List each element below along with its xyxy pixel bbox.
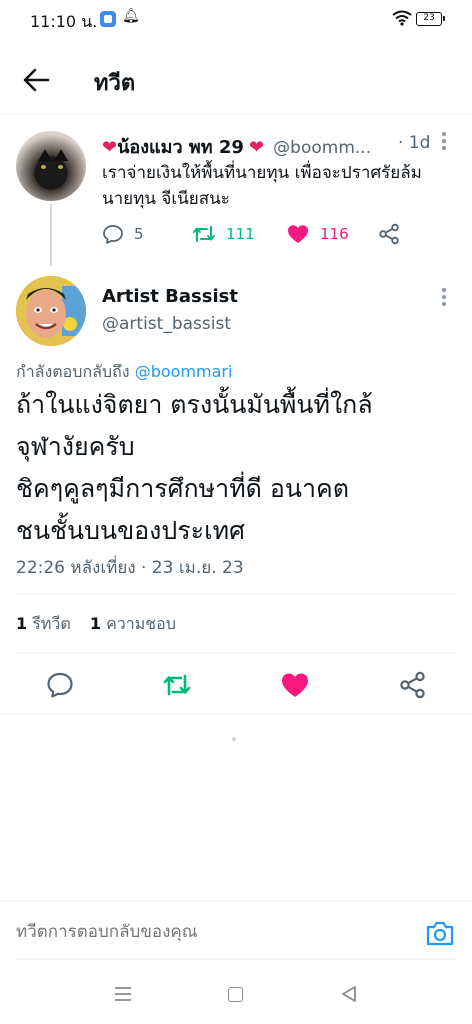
heart-emoji-icon: ❤ <box>102 137 118 158</box>
author-handle[interactable]: @artist_bassist <box>102 314 231 334</box>
reply-button[interactable]: 5 <box>102 220 144 248</box>
app-notification-icon <box>100 11 116 27</box>
likes-stat[interactable]: 1 ความชอบ <box>90 614 176 633</box>
back-arrow-icon[interactable] <box>20 66 52 94</box>
battery-icon: 23 <box>416 12 445 26</box>
retweet-icon <box>193 226 215 242</box>
divider <box>16 652 456 653</box>
divider <box>0 900 472 901</box>
retweet-stat-count: 1 <box>16 614 28 633</box>
like-button[interactable]: 116 <box>286 220 349 248</box>
divider <box>16 594 456 595</box>
more-options-icon[interactable] <box>440 130 448 152</box>
thread-connector-line <box>50 204 52 266</box>
replying-to: กำลังตอบกลับถึง @boommari <box>16 360 232 385</box>
avatar[interactable] <box>16 276 86 346</box>
avatar-image <box>16 276 86 346</box>
home-icon[interactable] <box>228 987 243 1002</box>
page-title: ทวีต <box>94 71 136 96</box>
system-nav-bar <box>0 970 472 1024</box>
avatar[interactable] <box>16 131 86 201</box>
retweet-stat-label: รีทวีต <box>32 614 71 633</box>
heart-filled-icon <box>288 225 308 243</box>
compose-underline <box>16 958 456 960</box>
retweet-count: 111 <box>226 225 255 243</box>
replying-to-handle-link[interactable]: @boommari <box>135 362 233 381</box>
wifi-icon <box>392 10 412 26</box>
divider <box>0 714 472 715</box>
recent-apps-icon[interactable] <box>114 986 132 1002</box>
retweet-button[interactable]: 111 <box>192 220 255 248</box>
heart-filled-icon[interactable] <box>280 670 310 700</box>
tweet-text: เราจ่ายเงินให้พื้นที่นายทุน เพื่อจะปราศร… <box>102 163 422 209</box>
reply-icon <box>103 225 123 244</box>
share-button[interactable] <box>378 220 400 248</box>
like-stat-count: 1 <box>89 614 101 633</box>
tweet-actions: 5 111 116 <box>102 220 462 248</box>
tweet-stats: 1 รีทวีต 1 ความชอบ <box>16 612 176 637</box>
tweet-text-line: ชิคๆคูลๆมีการศึกษาที่ดี อนาคต <box>16 474 349 503</box>
status-bar: 11:10 น. 🔔︎ 23 <box>0 0 472 42</box>
like-stat-label: ความชอบ <box>106 614 176 633</box>
reply-compose-input[interactable] <box>16 922 396 942</box>
status-time: 11:10 น. <box>30 12 98 31</box>
reply-icon[interactable] <box>45 670 75 700</box>
parent-tweet[interactable]: ❤น้องแมว พท 29 ❤ @boomm... · 1d เราจ่ายเ… <box>0 116 472 266</box>
like-count: 116 <box>320 225 349 243</box>
system-back-icon[interactable] <box>340 985 358 1003</box>
tweet-text-line: ถ้าในแง่จิตยา ตรงนั้นมันพื้นที่ใกล้ <box>16 390 373 419</box>
heart-emoji-icon: ❤ <box>248 137 265 158</box>
author-handle[interactable]: @boomm... <box>273 138 371 158</box>
share-icon <box>379 223 399 245</box>
loading-indicator <box>232 737 236 741</box>
replying-to-label: กำลังตอบกลับถึง <box>16 362 130 381</box>
author-display-name[interactable]: น้องแมว พท 29 <box>117 137 244 158</box>
top-app-bar: ทวีต <box>0 46 472 114</box>
author-display-name[interactable]: Artist Bassist <box>102 286 238 307</box>
share-icon[interactable] <box>398 670 428 700</box>
tweet-text: ถ้าในแง่จิตยา ตรงนั้นมันพื้นที่ใกล้ จุฬา… <box>16 384 456 552</box>
tweet-text-line: จุฬางัยครับ <box>16 432 135 461</box>
tweet-text-line: ชนชั้นบนของประเทศ <box>16 516 246 545</box>
reply-count: 5 <box>134 225 144 243</box>
tweet-timestamp[interactable]: 22:26 หลังเที่ยง · 23 เม.ย. 23 <box>16 554 244 581</box>
more-options-icon[interactable] <box>440 286 448 308</box>
retweet-icon[interactable] <box>162 670 192 700</box>
bell-icon: 🔔︎ <box>122 8 140 24</box>
camera-icon[interactable] <box>424 918 456 948</box>
tweet-age: · 1d <box>398 133 431 153</box>
tweet-actions <box>0 664 472 704</box>
main-author-row[interactable]: Artist Bassist <box>102 286 238 307</box>
retweets-stat[interactable]: 1 รีทวีต <box>16 614 71 633</box>
